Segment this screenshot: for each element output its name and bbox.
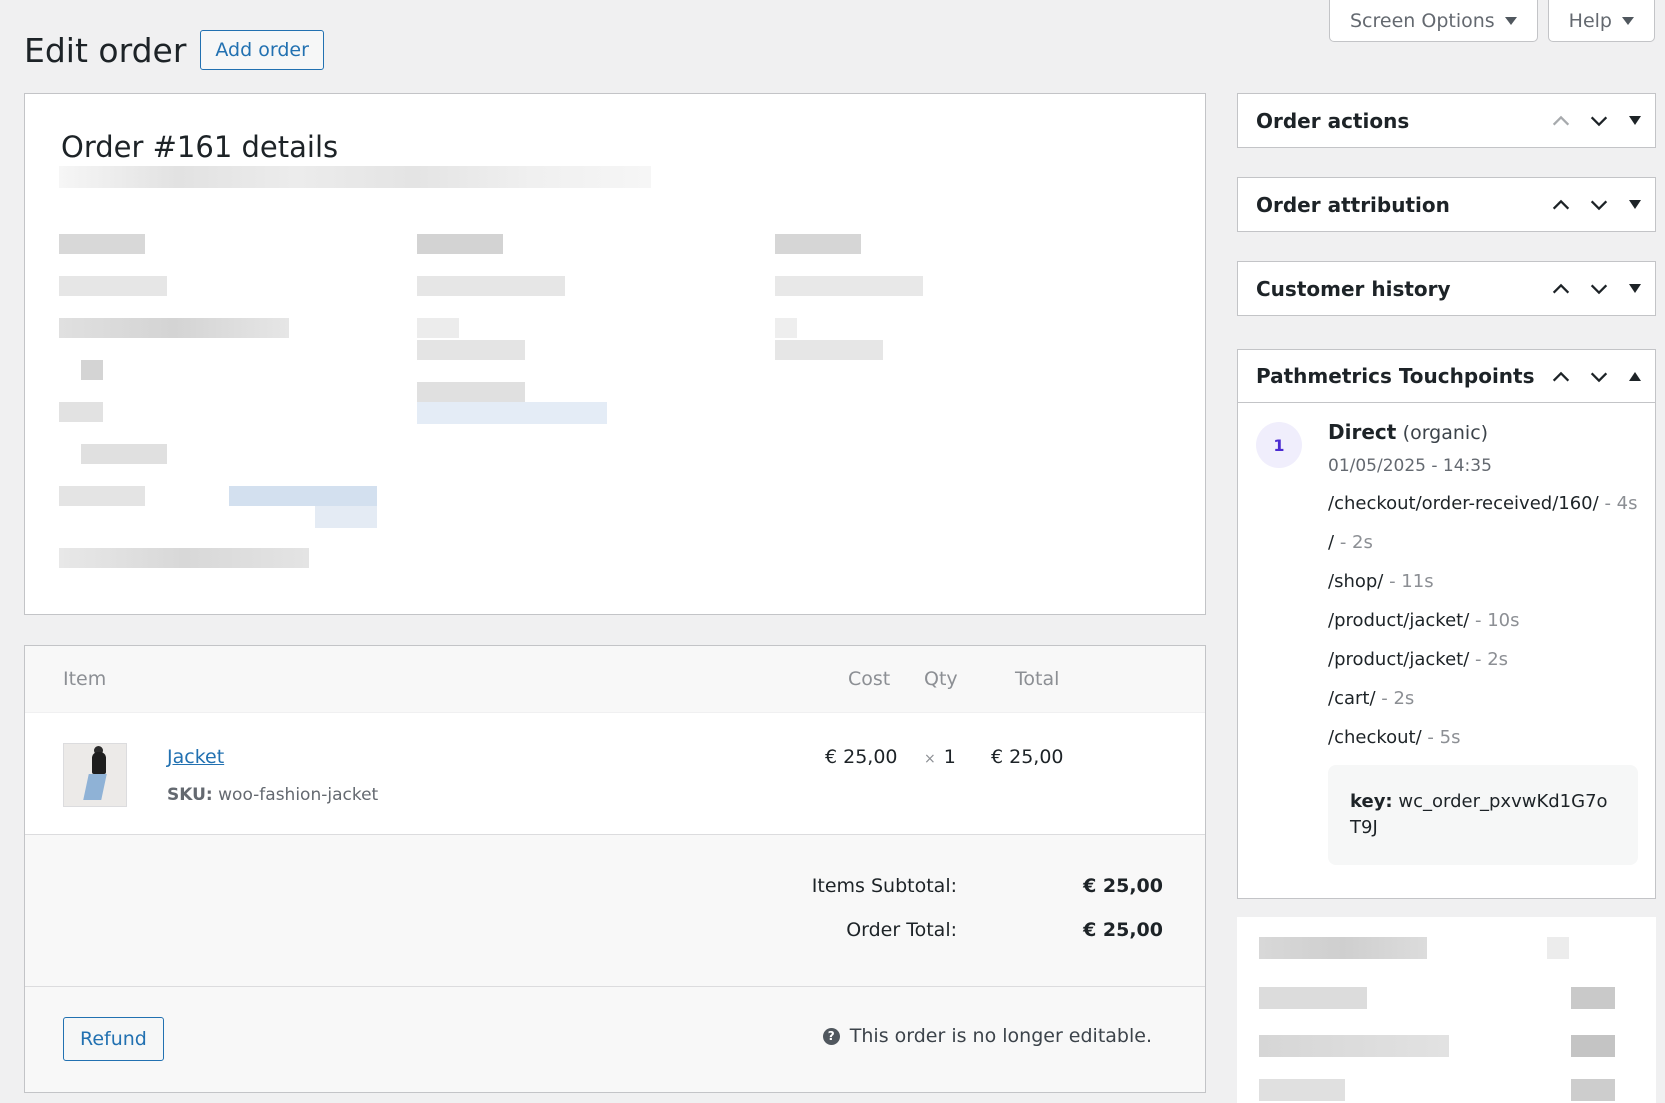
items-actions-bar: Refund ? This order is no longer editabl… — [25, 987, 1205, 1092]
page-header: Edit order Add order — [24, 30, 324, 70]
box-header[interactable]: Order actions — [1238, 94, 1655, 147]
toggle-panel-icon[interactable] — [1629, 372, 1641, 381]
toggle-panel-icon[interactable] — [1629, 200, 1641, 209]
item-total: € 25,00 — [991, 746, 1064, 768]
list-item: /product/jacket/ - 2s — [1328, 640, 1639, 679]
times-icon: × — [924, 751, 936, 767]
screen-meta-links: Screen Options Help — [1329, 0, 1655, 42]
item-cost: € 25,00 — [825, 746, 898, 768]
box-controls — [1549, 262, 1647, 315]
page-duration: - 2s — [1475, 649, 1509, 670]
toggle-panel-icon[interactable] — [1629, 116, 1641, 125]
box-header[interactable]: Order attribution — [1238, 178, 1655, 231]
page-path: /product/jacket/ — [1328, 649, 1470, 670]
chevron-up-icon[interactable] — [1549, 277, 1573, 301]
help-icon[interactable]: ? — [822, 1027, 840, 1045]
sku-value: woo-fashion-jacket — [218, 785, 379, 805]
box-title: Pathmetrics Touchpoints — [1256, 364, 1535, 388]
screen-options-button[interactable]: Screen Options — [1329, 0, 1538, 42]
key-label: key: — [1350, 791, 1393, 812]
page-duration: - 4s — [1604, 493, 1638, 514]
box-title: Order actions — [1256, 108, 1410, 133]
channel-type: (organic) — [1402, 422, 1489, 444]
table-row: Jacket SKU: woo-fashion-jacket € 25,00 ×… — [25, 713, 1205, 835]
list-item: /cart/ - 2s — [1328, 679, 1639, 718]
product-link[interactable]: Jacket — [167, 746, 224, 768]
touchpoint-datetime: 01/05/2025 - 14:35 — [1328, 456, 1492, 476]
order-details-panel: Order #161 details — [24, 93, 1206, 615]
list-item: /checkout/ - 5s — [1328, 718, 1639, 757]
box-controls — [1549, 94, 1647, 147]
items-table-header: Item Cost Qty Total — [25, 646, 1205, 713]
page-path: /checkout/ — [1328, 727, 1422, 748]
order-totals: Items Subtotal: € 25,00 Order Total: € 2… — [25, 835, 1205, 987]
chevron-down-icon[interactable] — [1587, 277, 1611, 301]
chevron-down-icon[interactable] — [1587, 193, 1611, 217]
box-title: Order attribution — [1256, 192, 1450, 217]
list-item: / - 2s — [1328, 523, 1639, 562]
box-title: Customer history — [1256, 276, 1451, 301]
help-label: Help — [1568, 9, 1612, 32]
chevron-up-icon[interactable] — [1549, 365, 1573, 389]
page-path: /cart/ — [1328, 688, 1376, 709]
product-thumbnail[interactable] — [63, 743, 127, 807]
subtotal-label: Items Subtotal: — [811, 875, 957, 897]
subtotal-value: € 25,00 — [1083, 875, 1163, 897]
customer-history-box: Customer history — [1237, 261, 1656, 316]
not-editable-notice: ? This order is no longer editable. — [822, 1025, 1152, 1047]
page-path: /shop/ — [1328, 571, 1384, 592]
box-controls — [1549, 350, 1647, 403]
page-duration: - 5s — [1427, 727, 1461, 748]
order-total-label: Order Total: — [846, 919, 957, 941]
touchpoint-step-badge: 1 — [1256, 422, 1302, 468]
list-item: /product/jacket/ - 10s — [1328, 601, 1639, 640]
list-item: /checkout/order-received/160/ - 4s — [1328, 484, 1639, 523]
refund-button[interactable]: Refund — [63, 1017, 164, 1061]
page-duration: - 10s — [1475, 610, 1520, 631]
page-path: /product/jacket/ — [1328, 610, 1470, 631]
chevron-up-icon[interactable] — [1549, 109, 1573, 133]
chevron-down-icon[interactable] — [1587, 109, 1611, 133]
chevron-up-icon[interactable] — [1549, 193, 1573, 217]
redacted-order-data — [25, 94, 1205, 614]
channel-name: Direct — [1328, 420, 1397, 444]
caret-down-icon — [1622, 16, 1634, 25]
touchpoint-pages: /checkout/order-received/160/ - 4s / - 2… — [1328, 484, 1639, 757]
column-item: Item — [63, 668, 107, 690]
toggle-panel-icon[interactable] — [1629, 284, 1641, 293]
order-key-box: key: wc_order_pxvwKd1G7oT9J — [1328, 765, 1638, 865]
product-sku: SKU: woo-fashion-jacket — [167, 785, 378, 805]
qty-value: 1 — [943, 746, 956, 768]
page-duration: - 2s — [1339, 532, 1373, 553]
column-qty: Qty — [924, 668, 958, 690]
box-controls — [1549, 178, 1647, 231]
sku-label: SKU: — [167, 785, 213, 805]
order-attribution-box: Order attribution — [1237, 177, 1656, 232]
touchpoint-entry: Direct (organic) 01/05/2025 - 14:35 /che… — [1328, 420, 1639, 865]
list-item: /shop/ - 11s — [1328, 562, 1639, 601]
screen-options-label: Screen Options — [1350, 9, 1495, 32]
add-order-button[interactable]: Add order — [200, 30, 324, 70]
order-items-panel: Item Cost Qty Total Jacket SKU: woo-fash… — [24, 645, 1206, 1093]
page-duration: - 11s — [1389, 571, 1434, 592]
column-total: Total — [1015, 668, 1060, 690]
touchpoint-channel: Direct (organic) — [1328, 420, 1639, 444]
page-duration: - 2s — [1381, 688, 1415, 709]
item-qty: × 1 — [924, 746, 956, 768]
caret-down-icon — [1504, 16, 1517, 25]
box-header[interactable]: Pathmetrics Touchpoints — [1238, 350, 1655, 403]
chevron-down-icon[interactable] — [1587, 365, 1611, 389]
order-total-value: € 25,00 — [1083, 919, 1163, 941]
order-actions-box: Order actions — [1237, 93, 1656, 148]
column-cost: Cost — [848, 668, 891, 690]
page-path: /checkout/order-received/160/ — [1328, 493, 1599, 514]
redacted-sidebar-box — [1237, 917, 1656, 1103]
page-title: Edit order — [24, 30, 187, 70]
page-path: / — [1328, 532, 1335, 553]
help-button[interactable]: Help — [1547, 0, 1655, 42]
not-editable-text: This order is no longer editable. — [849, 1025, 1152, 1047]
pathmetrics-touchpoints-box: Pathmetrics Touchpoints 1 Direct (organi… — [1237, 349, 1656, 899]
box-header[interactable]: Customer history — [1238, 262, 1655, 315]
